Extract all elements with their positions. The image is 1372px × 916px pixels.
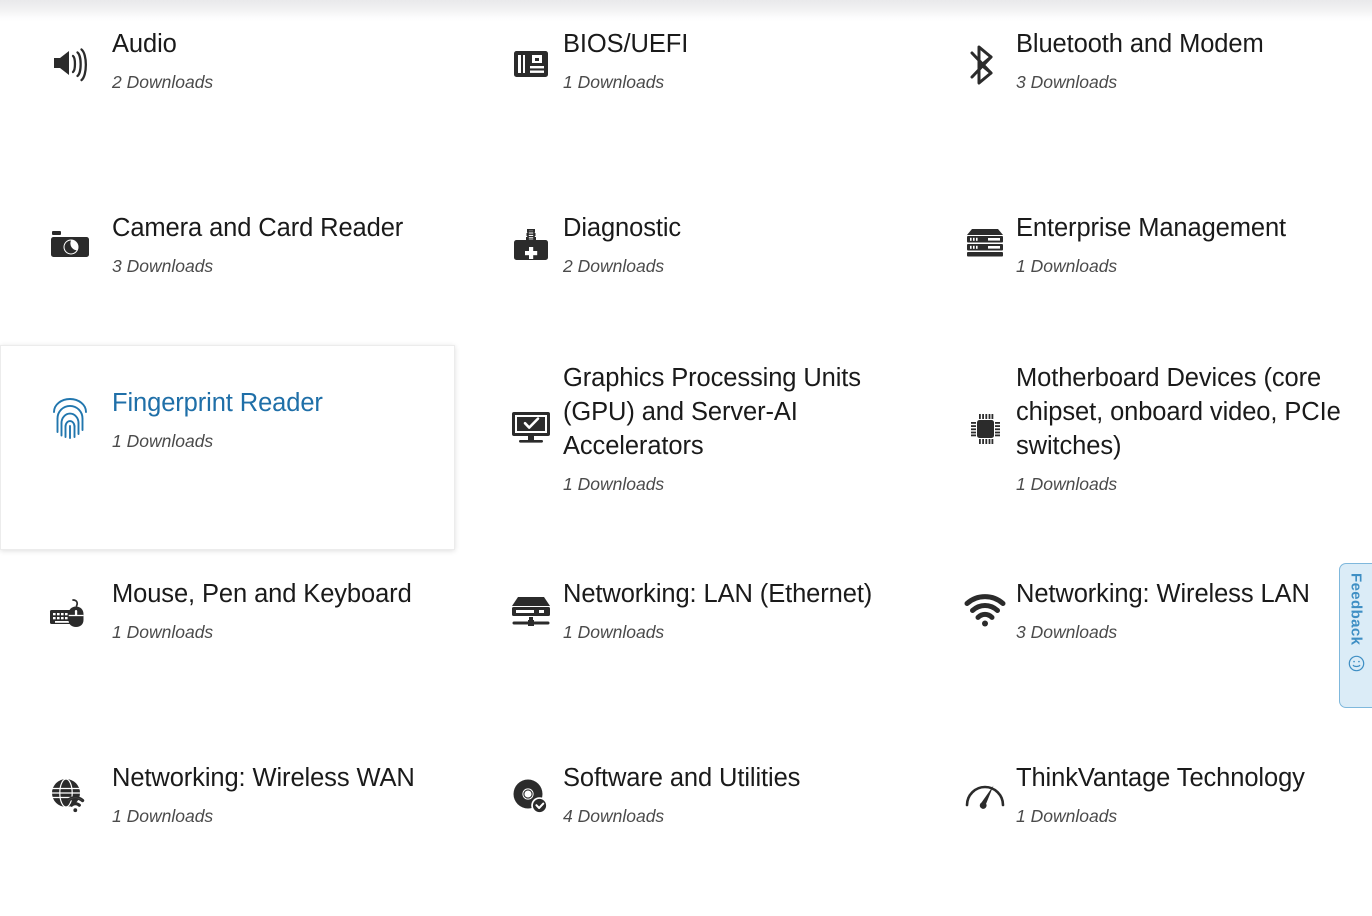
category-card-diagnostic[interactable]: Diagnostic 2 Downloads	[455, 185, 910, 345]
category-download-count: 4 Downloads	[563, 806, 665, 826]
category-download-count: 1 Downloads	[112, 806, 214, 826]
monitor-check-icon	[498, 361, 563, 445]
category-card-networking-lan-ethernet[interactable]: Networking: LAN (Ethernet) 1 Downloads	[455, 550, 910, 735]
category-card-bluetooth-and-modem[interactable]: Bluetooth and Modem 3 Downloads	[910, 0, 1372, 185]
feedback-tab-label: Feedback	[1347, 573, 1365, 646]
category-download-count: 1 Downloads	[112, 622, 214, 642]
category-title: Motherboard Devices (core chipset, onboa…	[1016, 364, 1341, 460]
fingerprint-icon	[28, 386, 112, 442]
category-download-count: 1 Downloads	[563, 474, 665, 494]
category-title: Networking: Wireless WAN	[112, 764, 415, 792]
server-rack-icon	[954, 211, 1016, 258]
toolbox-icon	[498, 211, 563, 266]
cpu-chip-icon	[954, 361, 1016, 449]
camera-icon	[28, 211, 112, 262]
category-card-graphics-processing-units[interactable]: Graphics Processing Units (GPU) and Serv…	[455, 345, 910, 550]
category-title: Networking: LAN (Ethernet)	[563, 580, 873, 608]
memory-module-icon	[498, 27, 563, 85]
category-title: Diagnostic	[563, 214, 682, 242]
category-card-fingerprint-reader[interactable]: Fingerprint Reader 1 Downloads	[0, 345, 455, 550]
category-title: Software and Utilities	[563, 764, 801, 792]
category-download-count: 3 Downloads	[112, 256, 214, 276]
gauge-icon	[954, 761, 1016, 810]
category-title: Bluetooth and Modem	[1016, 30, 1264, 58]
category-title: Camera and Card Reader	[112, 214, 404, 242]
bluetooth-icon	[954, 27, 1016, 87]
globe-wifi-icon	[28, 761, 112, 816]
category-title: Networking: Wireless LAN	[1016, 580, 1310, 608]
category-title: BIOS/UEFI	[563, 30, 689, 58]
category-title: Graphics Processing Units (GPU) and Serv…	[563, 364, 861, 460]
category-card-thinkvantage-technology[interactable]: ThinkVantage Technology 1 Downloads	[910, 735, 1372, 916]
feedback-tab[interactable]: Feedback	[1339, 563, 1372, 708]
speaker-icon	[28, 27, 112, 83]
category-title: Audio	[112, 30, 177, 58]
category-download-count: 1 Downloads	[1016, 806, 1118, 826]
category-download-count: 2 Downloads	[112, 72, 214, 92]
category-download-count: 3 Downloads	[1016, 622, 1118, 642]
smiley-icon	[1348, 656, 1364, 672]
category-download-count: 1 Downloads	[112, 431, 214, 451]
category-card-networking-wireless-wan[interactable]: Networking: Wireless WAN 1 Downloads	[0, 735, 455, 916]
category-grid: Audio 2 Downloads BIOS/UEFI 1 Downloads …	[0, 0, 1372, 916]
category-title: Fingerprint Reader	[112, 389, 323, 417]
disc-download-icon	[498, 761, 563, 816]
category-card-enterprise-management[interactable]: Enterprise Management 1 Downloads	[910, 185, 1372, 345]
category-card-camera-and-card-reader[interactable]: Camera and Card Reader 3 Downloads	[0, 185, 455, 345]
category-download-count: 1 Downloads	[1016, 256, 1118, 276]
category-download-count: 1 Downloads	[1016, 474, 1118, 494]
category-download-count: 2 Downloads	[563, 256, 665, 276]
network-switch-icon	[498, 577, 563, 631]
category-card-networking-wireless-lan[interactable]: Networking: Wireless LAN 3 Downloads	[910, 550, 1372, 735]
category-title: Mouse, Pen and Keyboard	[112, 580, 412, 608]
wifi-icon	[954, 577, 1016, 627]
category-card-software-and-utilities[interactable]: Software and Utilities 4 Downloads	[455, 735, 910, 916]
category-download-count: 3 Downloads	[1016, 72, 1118, 92]
category-title: ThinkVantage Technology	[1016, 764, 1305, 792]
category-card-audio[interactable]: Audio 2 Downloads	[0, 0, 455, 185]
category-card-motherboard-devices[interactable]: Motherboard Devices (core chipset, onboa…	[910, 345, 1372, 550]
category-download-count: 1 Downloads	[563, 622, 665, 642]
keyboard-mouse-icon	[28, 577, 112, 633]
category-download-count: 1 Downloads	[563, 72, 665, 92]
category-title: Enterprise Management	[1016, 214, 1287, 242]
category-card-bios-uefi[interactable]: BIOS/UEFI 1 Downloads	[455, 0, 910, 185]
category-card-mouse-pen-and-keyboard[interactable]: Mouse, Pen and Keyboard 1 Downloads	[0, 550, 455, 735]
